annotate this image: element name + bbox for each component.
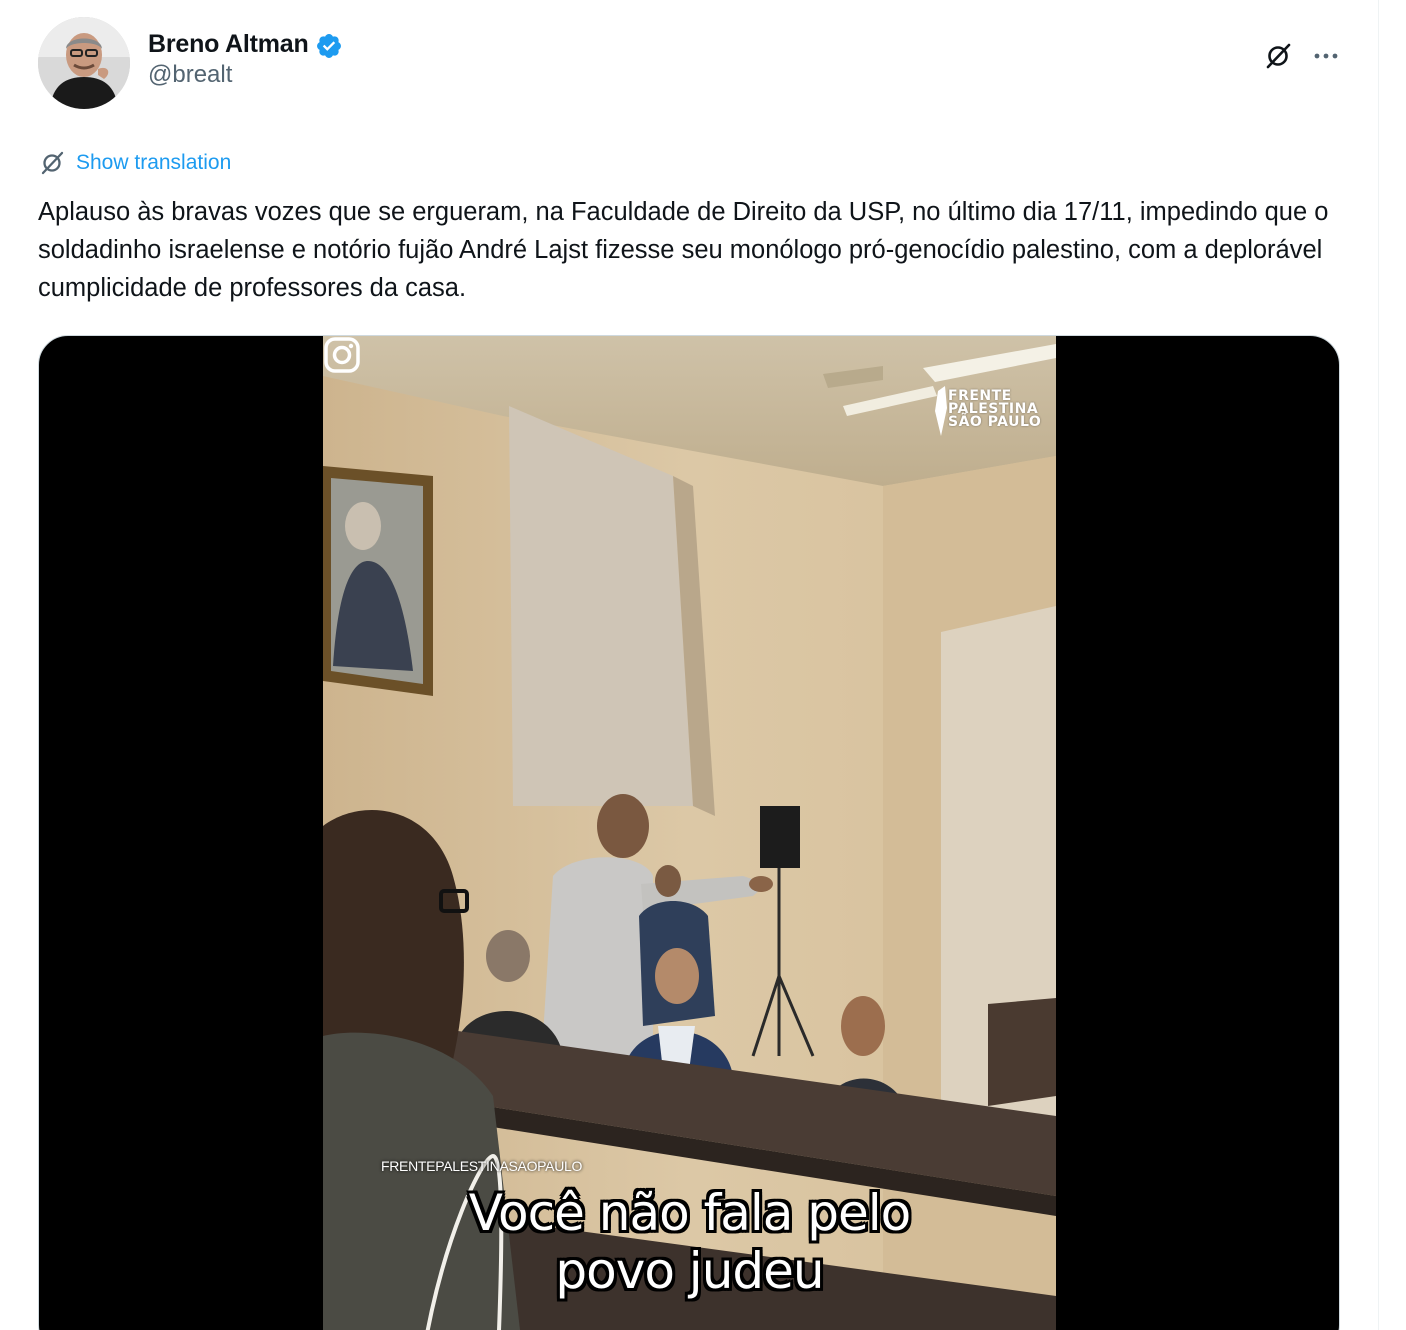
verified-badge-icon[interactable]: [315, 32, 343, 60]
avatar-image: [38, 17, 130, 109]
more-options-button[interactable]: [1306, 36, 1346, 76]
frente-palestina-watermark: FRENTE PALESTINA SÃO PAULO: [948, 389, 1042, 430]
author-name[interactable]: Breno Altman: [148, 28, 309, 60]
translate-icon: [41, 151, 64, 175]
more-icon: [1314, 53, 1338, 59]
video-frame: FRENTE PALESTINA SÃO PAULO FRENTEPALESTI…: [323, 336, 1056, 1330]
avatar[interactable]: [38, 17, 130, 109]
caption-line-1: Você não fala pelo: [468, 1184, 912, 1242]
video-player[interactable]: FRENTE PALESTINA SÃO PAULO FRENTEPALESTI…: [38, 335, 1340, 1330]
instagram-icon: [324, 337, 360, 373]
column-divider: [1378, 0, 1379, 1330]
tweet-text: Aplauso às bravas vozes que se ergueram,…: [38, 198, 1329, 302]
video-caption: Você não fala pelo povo judeu: [323, 1184, 1056, 1300]
video-still: [323, 336, 1056, 1330]
author-handle[interactable]: @brealt: [148, 60, 232, 90]
show-translation-link[interactable]: Show translation: [38, 146, 231, 180]
instagram-handle: FRENTEPALESTINASAOPAULO: [381, 1158, 583, 1174]
caption-line-2: povo judeu: [555, 1242, 824, 1300]
show-translation-label: Show translation: [76, 151, 232, 174]
watermark-line-3: SÃO PAULO: [948, 414, 1042, 430]
grok-icon: [1266, 43, 1291, 69]
grok-button[interactable]: [1258, 36, 1298, 76]
